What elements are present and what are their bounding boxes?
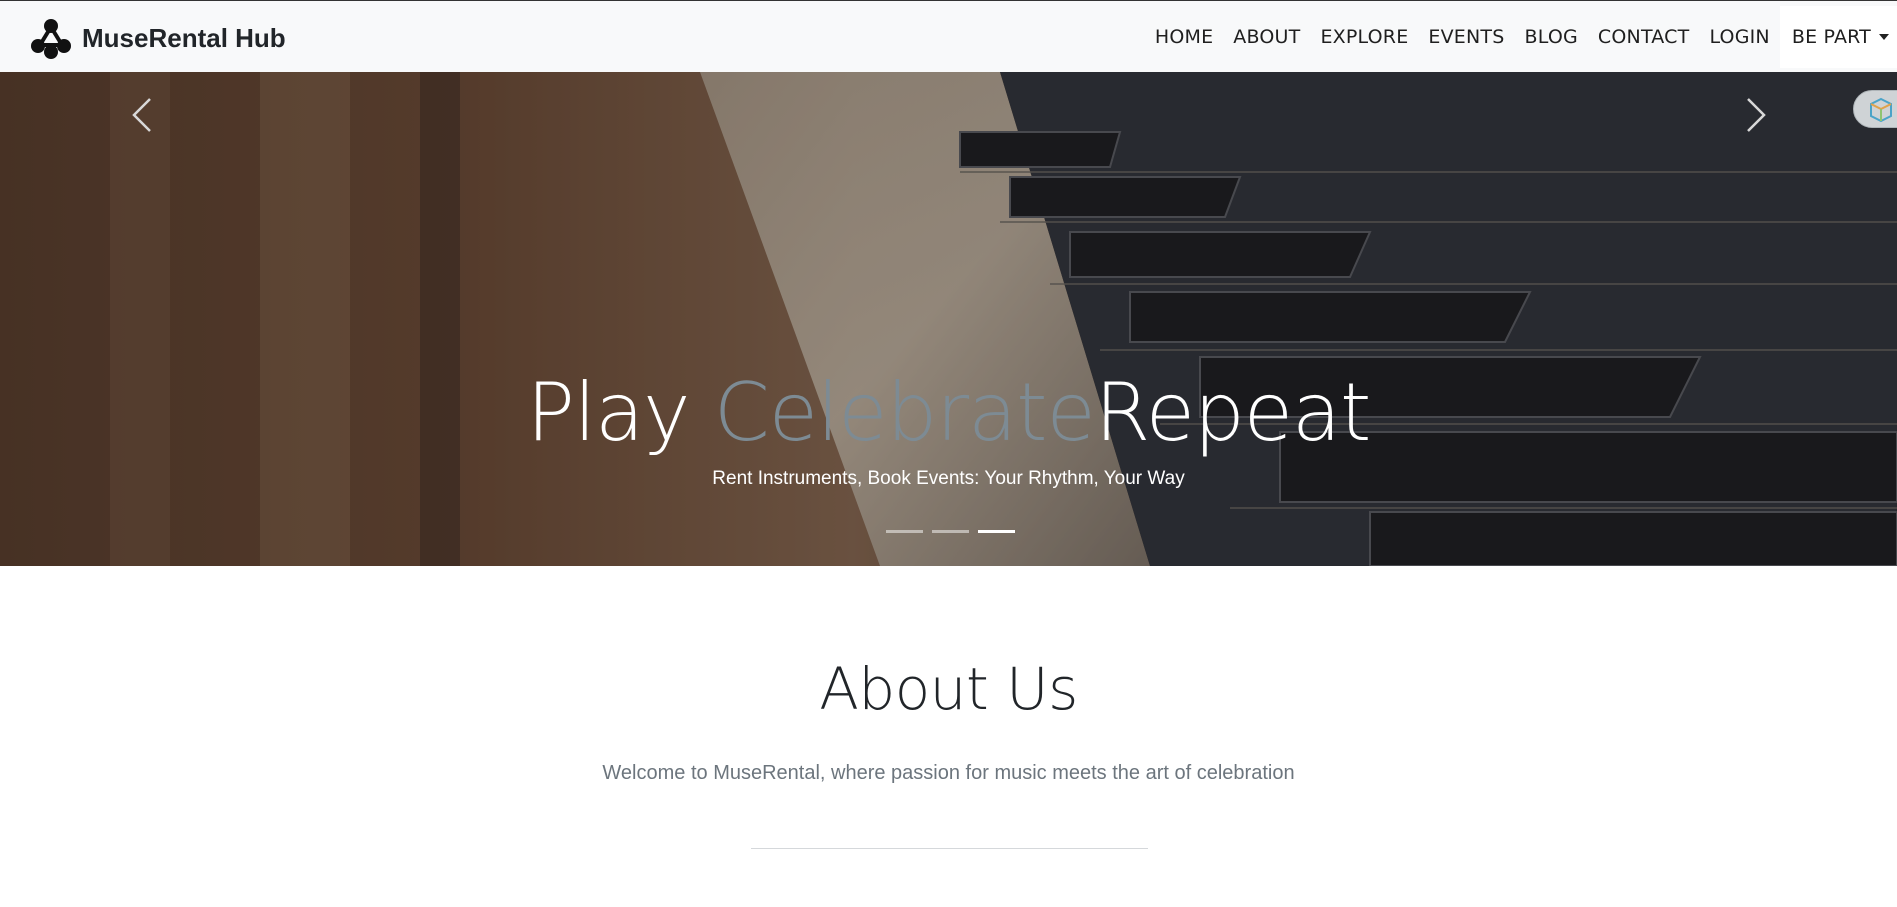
- nav-login[interactable]: LOGIN: [1699, 26, 1779, 48]
- about-title: About Us: [819, 655, 1078, 723]
- nav-contact[interactable]: CONTACT: [1588, 26, 1700, 48]
- carousel-prev-button[interactable]: [117, 90, 167, 140]
- nav-events[interactable]: EVENTS: [1418, 26, 1514, 48]
- hero-carousel: [0, 72, 1897, 566]
- about-divider: [751, 848, 1148, 849]
- cube-icon: [1870, 97, 1892, 123]
- hero-subtitle: Rent Instruments, Book Events: Your Rhyt…: [712, 468, 1185, 489]
- hero-title-repeat: Repeat: [1094, 366, 1372, 459]
- nav-links: HOME ABOUT EXPLORE EVENTS BLOG CONTACT L…: [1145, 1, 1897, 73]
- brand-name: MuseRental Hub: [82, 22, 286, 53]
- be-part-label: BE PART: [1791, 26, 1871, 48]
- be-part-dropdown[interactable]: BE PART: [1779, 6, 1897, 68]
- nav-explore[interactable]: EXPLORE: [1310, 26, 1418, 48]
- carousel-indicator-1[interactable]: [886, 530, 923, 533]
- caret-down-icon: [1879, 34, 1889, 40]
- about-lead: Welcome to MuseRental, where passion for…: [602, 762, 1295, 784]
- nav-blog[interactable]: BLOG: [1515, 26, 1588, 48]
- molecule-icon: [31, 19, 71, 59]
- nav-about[interactable]: ABOUT: [1223, 26, 1310, 48]
- hero-title: Play CelebrateRepeat: [0, 365, 1897, 461]
- chevron-right-icon: [1747, 98, 1766, 132]
- chevron-left-icon: [132, 98, 151, 132]
- nav-home[interactable]: HOME: [1145, 26, 1223, 48]
- carousel-indicator-3[interactable]: [978, 530, 1015, 533]
- carousel-indicator-2[interactable]: [932, 530, 969, 533]
- hero-title-play: Play: [526, 366, 714, 459]
- hero-title-celebrate: Celebrate: [713, 366, 1096, 459]
- floating-widget-button[interactable]: [1853, 90, 1897, 128]
- top-navbar: MuseRental Hub HOME ABOUT EXPLORE EVENTS…: [0, 0, 1897, 72]
- carousel-indicators: [886, 530, 1015, 533]
- carousel-next-button[interactable]: [1731, 90, 1781, 140]
- brand-link[interactable]: MuseRental Hub: [30, 17, 286, 59]
- hero-overlay: [0, 72, 1897, 566]
